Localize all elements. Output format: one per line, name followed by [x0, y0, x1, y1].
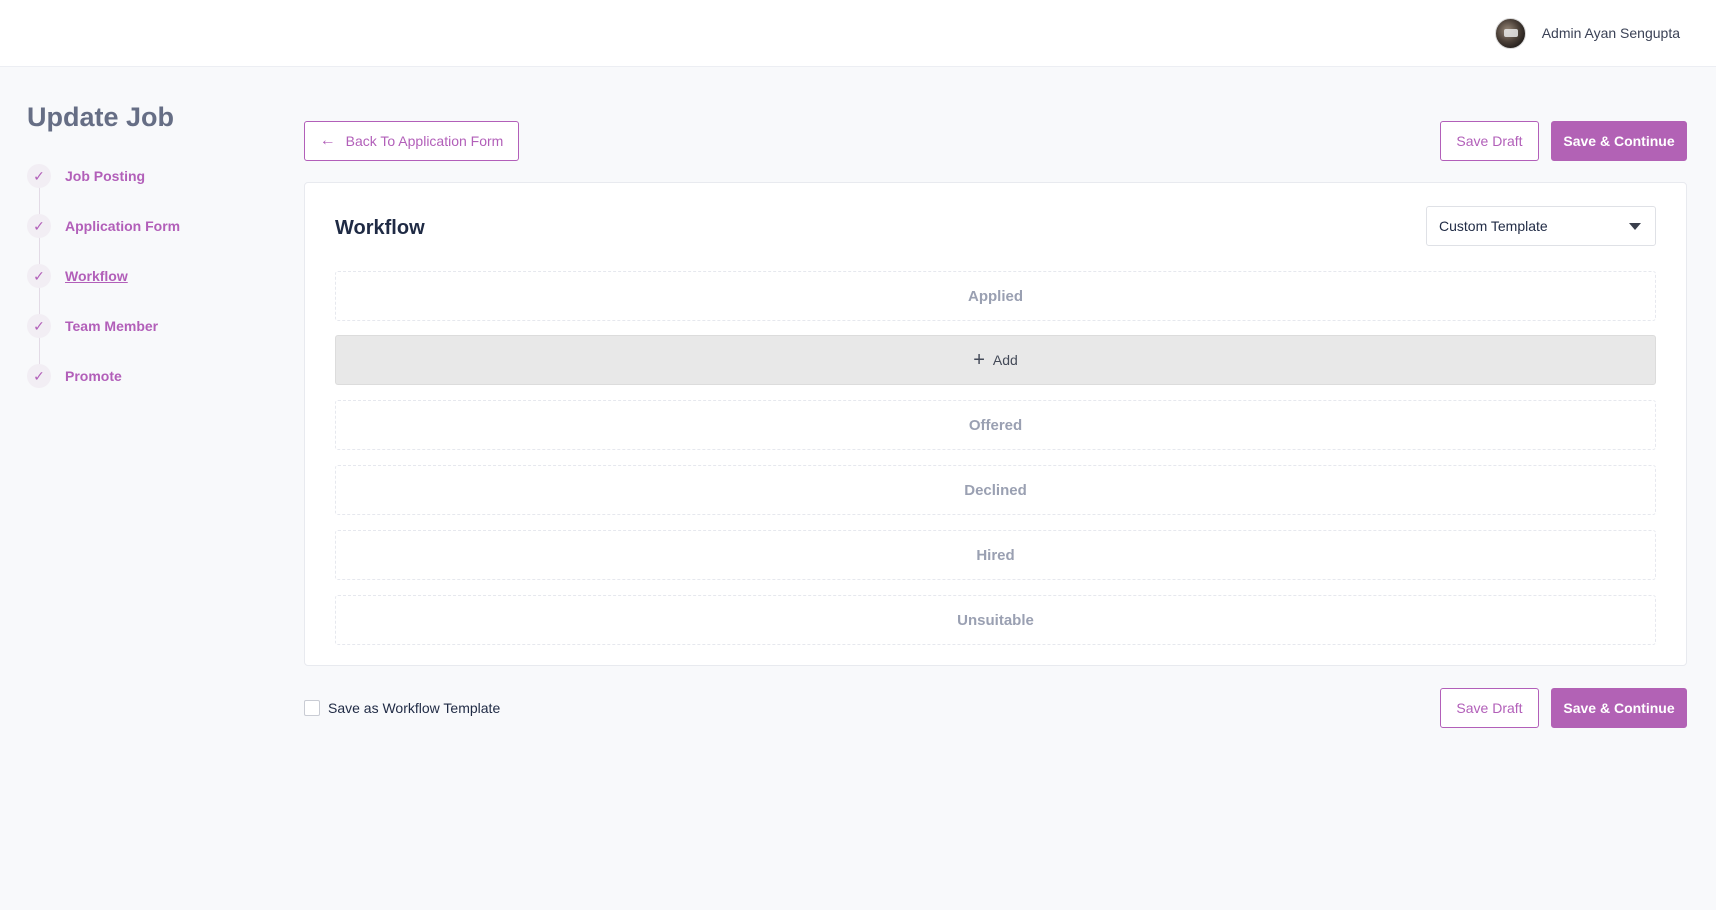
template-select[interactable]: Custom Template [1426, 206, 1656, 246]
footer-save-draft-button[interactable]: Save Draft [1440, 688, 1539, 728]
stage-applied: Applied [335, 271, 1656, 321]
step-connector [39, 187, 40, 215]
stage-declined[interactable]: Declined [335, 465, 1656, 515]
template-select-value: Custom Template [1439, 218, 1548, 234]
check-icon: ✓ [27, 164, 51, 188]
save-as-template-label: Save as Workflow Template [328, 700, 501, 716]
check-icon: ✓ [27, 264, 51, 288]
back-to-application-form-button[interactable]: ← Back To Application Form [304, 121, 519, 161]
user-menu[interactable]: Admin Ayan Sengupta [1494, 17, 1680, 49]
step-job-posting[interactable]: ✓ Job Posting [27, 164, 180, 215]
add-stage-button[interactable]: + Add [335, 335, 1656, 385]
top-bar: Admin Ayan Sengupta [0, 0, 1716, 67]
step-connector [39, 287, 40, 315]
caret-down-icon [1629, 222, 1641, 230]
save-as-template-option[interactable]: Save as Workflow Template [304, 700, 500, 716]
step-navigation: ✓ Job Posting ✓ Application Form ✓ Workf… [27, 164, 181, 415]
step-workflow[interactable]: ✓ Workflow [27, 264, 180, 315]
check-icon: ✓ [27, 314, 51, 338]
workflow-card: Workflow Custom Template Applied + Add O… [304, 182, 1687, 666]
save-continue-button[interactable]: Save & Continue [1551, 121, 1687, 161]
workflow-title: Workflow [335, 217, 425, 239]
step-connector [39, 337, 40, 365]
save-as-template-checkbox[interactable] [304, 700, 320, 716]
avatar[interactable] [1494, 17, 1526, 49]
back-button-label: Back To Application Form [345, 133, 504, 149]
stage-unsuitable[interactable]: Unsuitable [335, 595, 1656, 645]
step-label: Team Member [65, 318, 159, 334]
page-title: Update Job [27, 102, 175, 132]
plus-icon: + [973, 349, 985, 371]
step-application-form[interactable]: ✓ Application Form [27, 214, 181, 265]
arrow-left-icon: ← [319, 132, 336, 149]
add-stage-label: Add [992, 352, 1018, 368]
save-draft-button[interactable]: Save Draft [1440, 121, 1539, 161]
user-name: Admin Ayan Sengupta [1541, 25, 1680, 41]
step-connector [39, 237, 40, 265]
check-icon: ✓ [27, 364, 51, 388]
step-team-member[interactable]: ✓ Team Member [27, 314, 180, 365]
step-promote[interactable]: ✓ Promote [27, 364, 180, 415]
step-label: Application Form [65, 218, 181, 234]
stage-offered[interactable]: Offered [335, 400, 1656, 450]
step-label: Promote [65, 368, 122, 384]
step-label: Job Posting [65, 168, 146, 184]
footer-save-continue-button[interactable]: Save & Continue [1551, 688, 1687, 728]
check-icon: ✓ [27, 214, 51, 238]
stage-hired[interactable]: Hired [335, 530, 1656, 580]
step-label: Workflow [65, 268, 128, 284]
